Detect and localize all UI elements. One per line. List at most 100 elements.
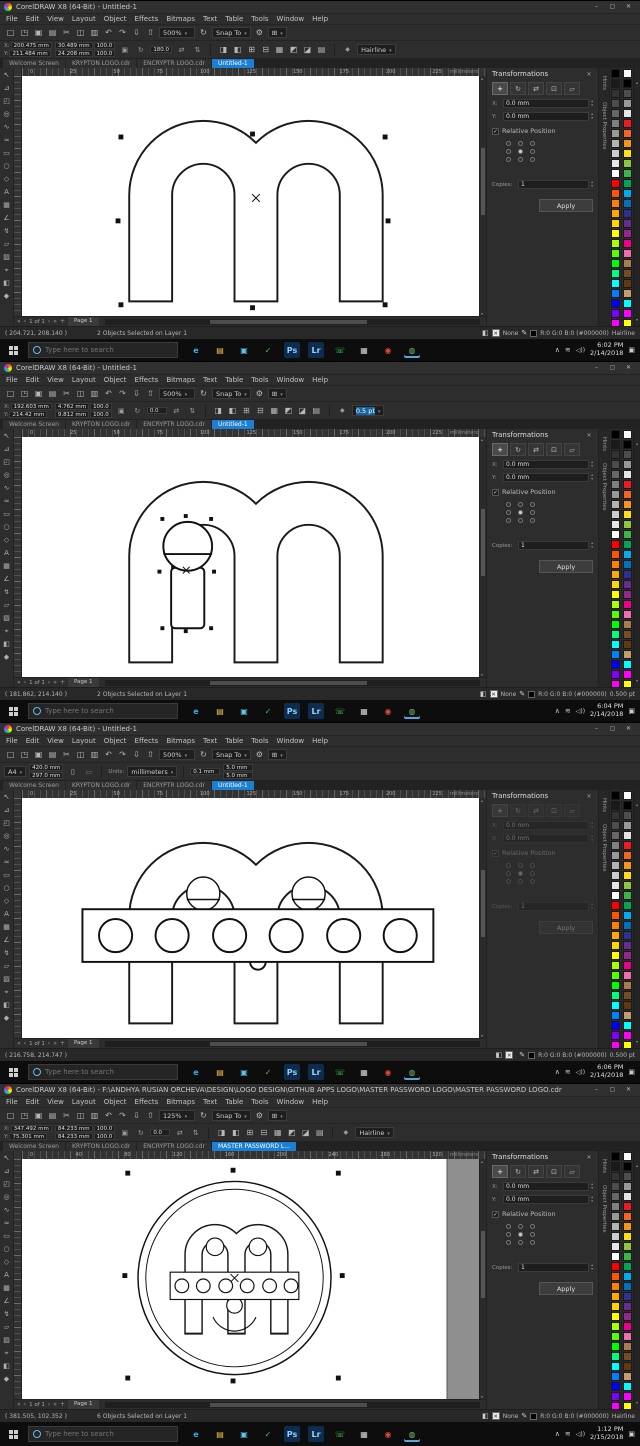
horizontal-ruler[interactable]: 0 25 50 75 100 125 150 175 200 225 millimeters — [14, 790, 486, 798]
print-icon[interactable]: ▤ — [46, 26, 59, 39]
color-swatch[interactable] — [611, 520, 620, 529]
horizontal-ruler[interactable]: 0 40 80 120 160 200 240 280 320 millimeters — [14, 1151, 486, 1159]
scroll-up-icon[interactable] — [636, 1152, 638, 1171]
docker-close-icon[interactable] — [585, 792, 593, 800]
color-swatch[interactable] — [611, 1182, 620, 1191]
taskbar-clock[interactable]: 6:04 PM 2/14/2018 — [590, 702, 623, 719]
scale-y-field[interactable]: 100.0 — [90, 411, 112, 418]
interactive-fill-tool-icon[interactable]: ◧ — [1, 277, 13, 289]
zoom-level-combo[interactable]: 500% — [159, 749, 195, 760]
copy-icon[interactable]: ◫ — [74, 1109, 87, 1122]
lightroom-icon[interactable]: Lr — [308, 342, 324, 358]
color-swatch[interactable] — [623, 520, 632, 529]
pick-tool-icon[interactable]: ↖ — [1, 1152, 13, 1164]
outline-pen-tool-icon[interactable]: ◆ — [1, 651, 13, 663]
taskbar-search[interactable] — [28, 1064, 178, 1080]
color-swatch[interactable] — [611, 1402, 620, 1409]
group-icon[interactable]: ⊞ — [243, 1126, 256, 1139]
color-swatch[interactable] — [611, 179, 620, 188]
edge-icon[interactable]: e — [188, 342, 204, 358]
minimize-button[interactable]: – — [589, 1085, 604, 1095]
menu-item[interactable]: Tools — [251, 737, 268, 745]
tray-chevron-icon[interactable] — [555, 346, 560, 354]
lightroom-icon[interactable]: Lr — [308, 1064, 324, 1080]
relative-position-checkbox[interactable] — [492, 127, 499, 135]
document-tab[interactable]: Welcome Screen — [3, 1142, 65, 1151]
color-swatch[interactable] — [623, 1172, 632, 1181]
undo-icon[interactable]: ↶ — [102, 26, 115, 39]
color-swatch[interactable] — [623, 801, 632, 810]
transparency-tool-icon[interactable]: ▨ — [1, 1334, 13, 1346]
shape-tool-icon[interactable]: ⊿ — [1, 1165, 13, 1177]
color-swatch[interactable] — [611, 1001, 620, 1010]
color-swatch[interactable] — [623, 1212, 632, 1221]
to-back-icon[interactable]: ◧ — [229, 1126, 242, 1139]
page-width-field[interactable]: 420.0 mm — [29, 764, 64, 771]
pick-tool-icon[interactable]: ↖ — [1, 430, 13, 442]
keyhole-shape[interactable] — [162, 520, 214, 630]
lock-ratio-icon[interactable] — [115, 404, 128, 417]
last-page-button[interactable] — [53, 318, 57, 325]
horizontal-scrollbar[interactable] — [104, 1040, 480, 1047]
menu-item[interactable]: Bitmaps — [166, 737, 195, 745]
skew-transform-icon[interactable]: ▱ — [564, 804, 580, 817]
color-swatch[interactable] — [623, 1352, 632, 1361]
snap-to-combo[interactable]: Snap To — [212, 1110, 251, 1121]
color-swatch[interactable] — [611, 249, 620, 258]
wrap-text-icon[interactable]: ▤ — [310, 404, 323, 417]
scrollbar-thumb[interactable] — [481, 148, 485, 216]
object-height-field[interactable]: 84.233 mm — [54, 1133, 93, 1140]
ellipse-tool-icon[interactable]: ○ — [1, 882, 13, 894]
mirror-horizontal-icon[interactable] — [175, 43, 188, 56]
outline-pen-icon[interactable] — [521, 329, 527, 337]
next-page-button[interactable] — [48, 1401, 50, 1408]
spinner-control[interactable] — [591, 100, 593, 107]
color-swatch[interactable] — [623, 109, 632, 118]
docker-tab[interactable]: Hints — [601, 437, 607, 451]
menu-item[interactable]: File — [6, 1098, 18, 1106]
rotation-angle-field[interactable]: 0.0 — [150, 1129, 171, 1136]
action-center-icon[interactable] — [628, 346, 635, 354]
text-tool-icon[interactable]: A — [1, 908, 13, 920]
spinner-control[interactable] — [591, 822, 593, 829]
color-swatch[interactable] — [623, 89, 632, 98]
chrome-icon[interactable]: ◉ — [380, 703, 396, 719]
shape-tool-icon[interactable]: ⊿ — [1, 82, 13, 94]
color-swatch[interactable] — [623, 991, 632, 1000]
color-swatch[interactable] — [623, 961, 632, 970]
color-swatch[interactable] — [611, 1031, 620, 1040]
color-swatch[interactable] — [623, 299, 632, 308]
docker-tab[interactable]: Object Properties — [601, 102, 607, 149]
interactive-fill-tool-icon[interactable]: ◧ — [1, 638, 13, 650]
skew-transform-icon[interactable]: ▱ — [564, 82, 580, 95]
photoshop-icon[interactable]: Ps — [284, 1426, 300, 1442]
document-tab[interactable]: KRYPTON LOGO.cdr — [65, 781, 137, 790]
scale-mirror-transform-icon[interactable]: ⇄ — [528, 1165, 544, 1178]
menu-item[interactable]: Help — [312, 737, 328, 745]
color-swatch[interactable] — [611, 1392, 620, 1401]
store-icon[interactable]: ▣ — [236, 1426, 252, 1442]
wrap-text-icon[interactable]: ▤ — [313, 1126, 326, 1139]
ungroup-icon[interactable]: ⊟ — [257, 1126, 270, 1139]
color-swatch[interactable] — [623, 319, 632, 326]
color-swatch[interactable] — [611, 289, 620, 298]
color-swatch[interactable] — [611, 1011, 620, 1020]
spinner-control[interactable] — [591, 181, 593, 188]
color-swatch[interactable] — [623, 911, 632, 920]
page-tab[interactable]: Page 1 — [67, 1400, 99, 1409]
color-swatch[interactable] — [623, 1031, 632, 1040]
docker-close-icon[interactable] — [585, 1153, 593, 1161]
polygon-tool-icon[interactable]: ◇ — [1, 1256, 13, 1268]
whatsapp-icon[interactable]: ☏ — [332, 342, 348, 358]
color-swatch[interactable] — [623, 1322, 632, 1331]
scrollbar-thumb[interactable] — [209, 1041, 368, 1046]
object-height-field[interactable]: 24.208 mm — [54, 50, 93, 57]
connector-tool-icon[interactable]: ↯ — [1, 1308, 13, 1320]
menu-item[interactable]: Bitmaps — [166, 376, 195, 384]
redo-icon[interactable]: ↷ — [116, 1109, 129, 1122]
color-swatch[interactable] — [623, 79, 632, 88]
coreldraw-taskbar-icon[interactable]: ◍ — [404, 1064, 420, 1080]
object-width-field[interactable]: 30.489 mm — [54, 42, 93, 49]
color-swatch[interactable] — [623, 1011, 632, 1020]
vertical-scrollbar[interactable] — [479, 437, 486, 677]
